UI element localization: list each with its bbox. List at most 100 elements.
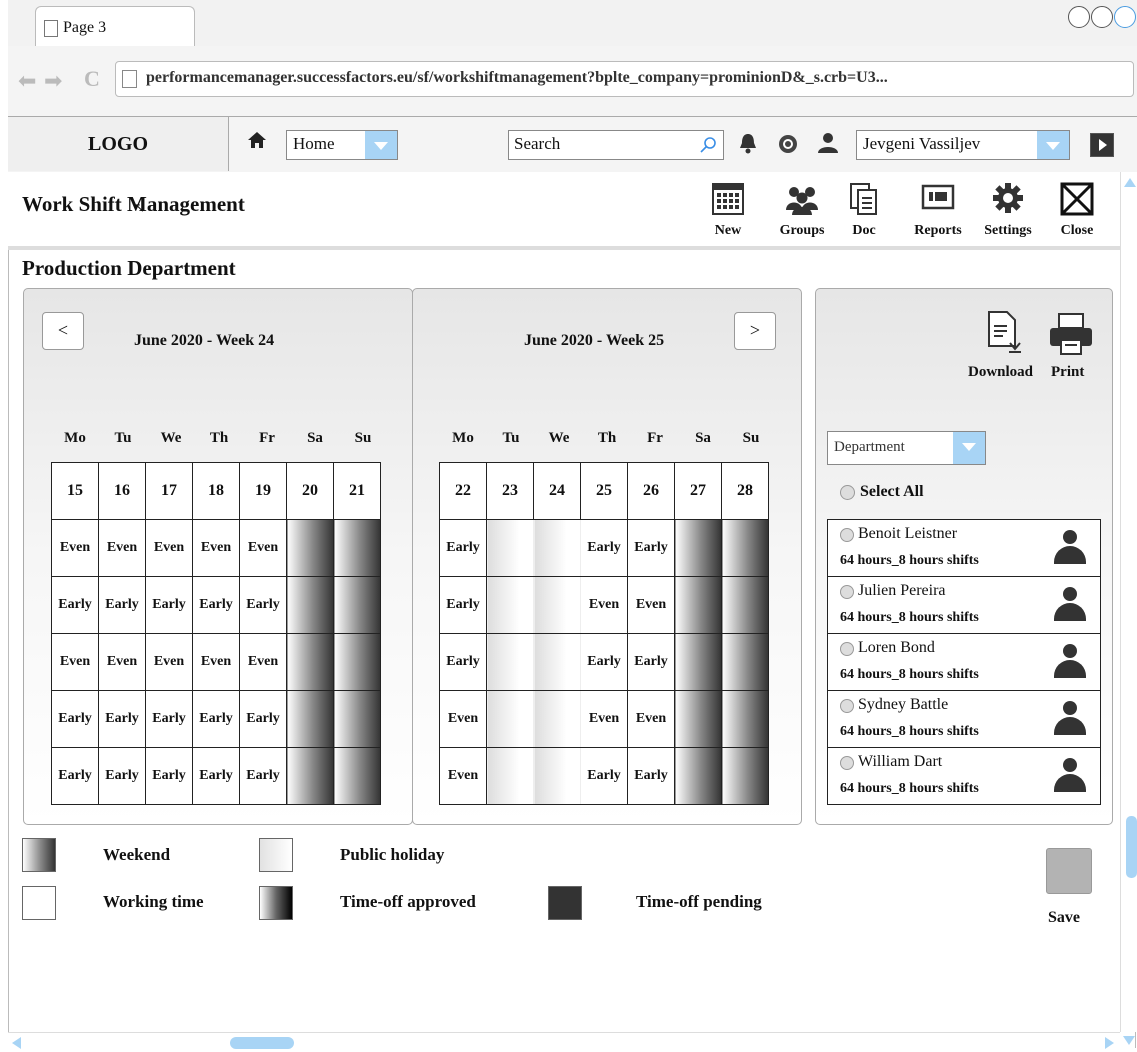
shift-cell[interactable]: Early <box>145 747 193 805</box>
shift-cell[interactable]: Even <box>580 690 628 748</box>
select-all-radio[interactable] <box>840 485 855 500</box>
search-icon[interactable] <box>699 136 717 154</box>
employee-radio[interactable] <box>840 699 854 713</box>
badge-icon[interactable] <box>778 134 798 159</box>
weekend-cell[interactable] <box>333 690 381 748</box>
shift-cell[interactable]: Early <box>239 747 287 805</box>
weekend-cell[interactable] <box>333 747 381 805</box>
vertical-scrollbar[interactable] <box>1120 172 1137 1032</box>
weekend-cell[interactable] <box>721 576 769 634</box>
logout-button[interactable] <box>1090 133 1114 157</box>
settings-button[interactable]: Settings <box>976 182 1040 239</box>
weekend-cell[interactable] <box>333 633 381 691</box>
public-holiday-cell[interactable] <box>533 576 581 634</box>
save-button[interactable] <box>1046 848 1092 894</box>
shift-cell[interactable]: Early <box>439 519 487 577</box>
employee-row[interactable]: Loren Bond 64 hours_8 hours shifts <box>827 633 1101 691</box>
horizontal-scrollbar[interactable] <box>8 1032 1120 1051</box>
public-holiday-cell[interactable] <box>486 576 534 634</box>
prev-week-button[interactable]: < <box>42 312 84 350</box>
employee-radio[interactable] <box>840 585 854 599</box>
shift-cell[interactable]: Even <box>192 633 240 691</box>
employee-row[interactable]: Benoit Leistner 64 hours_8 hours shifts <box>827 519 1101 577</box>
shift-cell[interactable]: Even <box>192 519 240 577</box>
shift-cell[interactable]: Even <box>439 747 487 805</box>
vertical-scroll-thumb[interactable] <box>1126 816 1137 878</box>
horizontal-scroll-thumb[interactable] <box>230 1037 294 1049</box>
shift-cell[interactable]: Early <box>51 690 99 748</box>
browser-tab[interactable]: Page 3 <box>35 6 195 47</box>
shift-cell[interactable]: Early <box>439 576 487 634</box>
new-button[interactable]: New <box>696 182 760 239</box>
shift-cell[interactable]: Even <box>627 576 675 634</box>
shift-cell[interactable]: Early <box>98 690 146 748</box>
shift-cell[interactable]: Early <box>51 747 99 805</box>
scroll-left-icon[interactable] <box>12 1037 21 1049</box>
shift-cell[interactable]: Early <box>51 576 99 634</box>
reports-button[interactable]: Reports <box>906 182 970 239</box>
shift-cell[interactable]: Early <box>239 576 287 634</box>
shift-cell[interactable]: Even <box>239 519 287 577</box>
shift-cell[interactable]: Early <box>580 519 628 577</box>
shift-cell[interactable]: Early <box>580 747 628 805</box>
weekend-cell[interactable] <box>286 690 334 748</box>
close-button[interactable]: Close <box>1045 182 1109 239</box>
public-holiday-cell[interactable] <box>486 747 534 805</box>
public-holiday-cell[interactable] <box>533 519 581 577</box>
employee-row[interactable]: Julien Pereira 64 hours_8 hours shifts <box>827 576 1101 634</box>
shift-cell[interactable]: Early <box>580 633 628 691</box>
shift-cell[interactable]: Even <box>439 690 487 748</box>
shift-cell[interactable]: Even <box>51 519 99 577</box>
print-button[interactable] <box>1048 312 1094 361</box>
public-holiday-cell[interactable] <box>533 633 581 691</box>
shift-cell[interactable]: Early <box>439 633 487 691</box>
scroll-down-icon[interactable] <box>1123 1036 1135 1045</box>
shift-cell[interactable]: Even <box>145 519 193 577</box>
home-select[interactable]: Home <box>286 130 398 160</box>
weekend-cell[interactable] <box>674 576 722 634</box>
shift-cell[interactable]: Early <box>192 690 240 748</box>
employee-radio[interactable] <box>840 528 854 542</box>
shift-cell[interactable]: Even <box>580 576 628 634</box>
shift-cell[interactable]: Even <box>239 633 287 691</box>
weekend-cell[interactable] <box>721 690 769 748</box>
groups-button[interactable]: Groups <box>770 182 834 239</box>
shift-cell[interactable]: Early <box>192 747 240 805</box>
weekend-cell[interactable] <box>674 519 722 577</box>
shift-cell[interactable]: Early <box>239 690 287 748</box>
scroll-right-icon[interactable] <box>1105 1037 1114 1049</box>
search-input[interactable]: Search <box>508 130 724 160</box>
shift-cell[interactable]: Even <box>98 633 146 691</box>
public-holiday-cell[interactable] <box>486 519 534 577</box>
doc-button[interactable]: Doc <box>832 182 896 239</box>
employee-row[interactable]: William Dart 64 hours_8 hours shifts <box>827 747 1101 805</box>
shift-cell[interactable]: Early <box>145 690 193 748</box>
weekend-cell[interactable] <box>333 576 381 634</box>
home-icon[interactable] <box>247 130 267 156</box>
shift-cell[interactable]: Early <box>98 576 146 634</box>
shift-cell[interactable]: Early <box>627 747 675 805</box>
shift-cell[interactable]: Early <box>627 519 675 577</box>
shift-cell[interactable]: Even <box>98 519 146 577</box>
public-holiday-cell[interactable] <box>486 633 534 691</box>
window-minimize-icon[interactable] <box>1068 6 1090 28</box>
window-close-icon[interactable] <box>1114 6 1136 28</box>
shift-cell[interactable]: Even <box>51 633 99 691</box>
shift-cell[interactable]: Early <box>627 633 675 691</box>
back-arrow-icon[interactable]: ⬅ <box>18 68 36 94</box>
address-bar[interactable]: performancemanager.successfactors.eu/sf/… <box>115 61 1134 97</box>
user-select[interactable]: Jevgeni Vassiljev <box>856 130 1070 160</box>
weekend-cell[interactable] <box>674 633 722 691</box>
forward-arrow-icon[interactable]: ➡ <box>44 68 62 94</box>
shift-cell[interactable]: Early <box>192 576 240 634</box>
employee-radio[interactable] <box>840 642 854 656</box>
employee-row[interactable]: Sydney Battle 64 hours_8 hours shifts <box>827 690 1101 748</box>
shift-cell[interactable]: Early <box>98 747 146 805</box>
public-holiday-cell[interactable] <box>533 747 581 805</box>
next-week-button[interactable]: > <box>734 312 776 350</box>
window-maximize-icon[interactable] <box>1091 6 1113 28</box>
scroll-up-icon[interactable] <box>1124 178 1136 187</box>
weekend-cell[interactable] <box>674 747 722 805</box>
weekend-cell[interactable] <box>674 690 722 748</box>
weekend-cell[interactable] <box>286 576 334 634</box>
